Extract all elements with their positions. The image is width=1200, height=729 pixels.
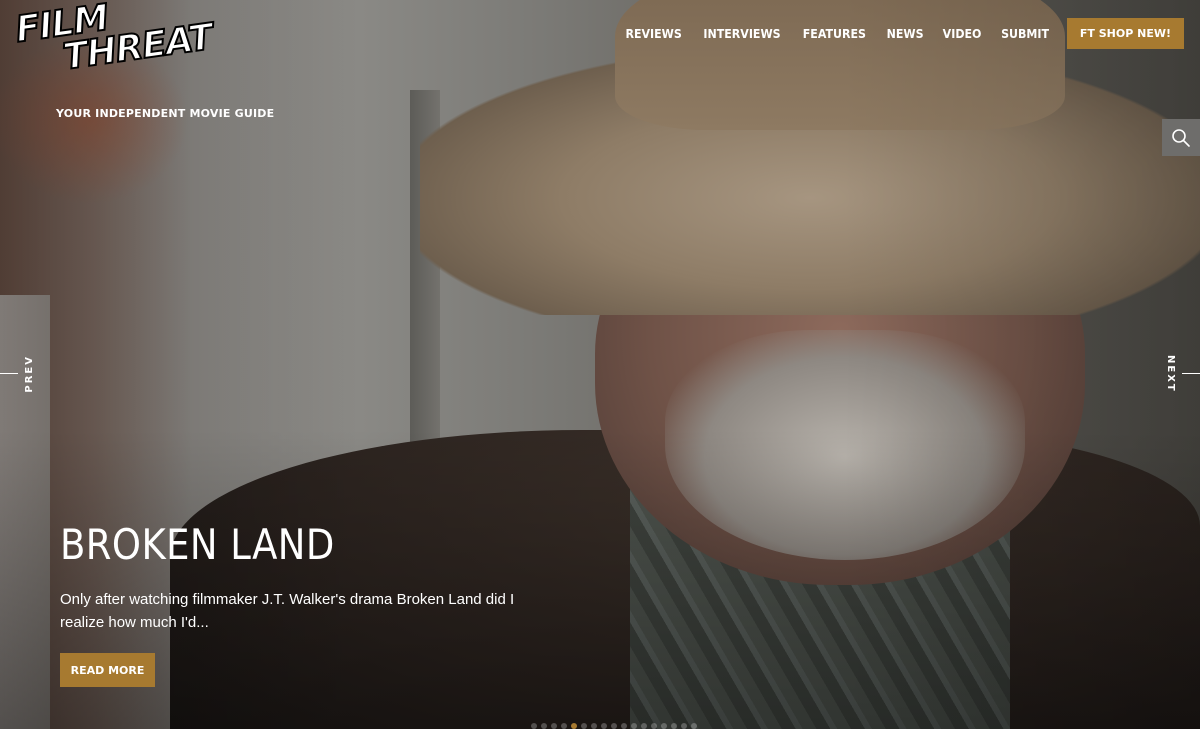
nav-item-video[interactable]: VIDEO — [942, 27, 981, 41]
slider-pager — [531, 723, 697, 729]
shop-button[interactable]: FT SHOP NEW! — [1066, 18, 1184, 49]
slider-dot[interactable] — [541, 723, 547, 729]
prev-slide-button[interactable]: PREV — [0, 355, 35, 393]
prev-line — [0, 373, 18, 375]
prev-label: PREV — [24, 355, 35, 393]
next-label: NEXT — [1165, 355, 1176, 393]
nav-item-features[interactable]: FEATURES — [803, 27, 866, 41]
slider-dot[interactable] — [661, 723, 667, 729]
nav-item-submit[interactable]: SUBMIT — [1001, 27, 1049, 41]
main-nav: REVIEWS INTERVIEWS FEATURES NEWS VIDEO S… — [623, 18, 1184, 49]
nav-item-interviews[interactable]: INTERVIEWS — [703, 27, 780, 41]
site-logo[interactable]: FILM THREAT — [12, 0, 228, 94]
slider-dot[interactable] — [691, 723, 697, 729]
next-slide-button[interactable]: NEXT — [1165, 355, 1200, 393]
search-button[interactable] — [1162, 119, 1200, 156]
slider-dot[interactable] — [651, 723, 657, 729]
hero-shade-bottom — [0, 429, 1200, 729]
slide-title[interactable]: BROKEN LAND — [60, 520, 335, 569]
slider-dot[interactable] — [641, 723, 647, 729]
site-tagline: YOUR INDEPENDENT MOVIE GUIDE — [56, 107, 275, 120]
slider-dot[interactable] — [561, 723, 567, 729]
slider-dot[interactable] — [591, 723, 597, 729]
slider-dot[interactable] — [621, 723, 627, 729]
slider-dot[interactable] — [571, 723, 577, 729]
slider-dot[interactable] — [631, 723, 637, 729]
slider-dot[interactable] — [601, 723, 607, 729]
slider-dot[interactable] — [551, 723, 557, 729]
slider-dot[interactable] — [671, 723, 677, 729]
nav-item-reviews[interactable]: REVIEWS — [625, 27, 681, 41]
nav-item-news[interactable]: NEWS — [886, 27, 923, 41]
slider-dot[interactable] — [681, 723, 687, 729]
slider-dot[interactable] — [581, 723, 587, 729]
read-more-button[interactable]: READ MORE — [60, 653, 155, 687]
search-icon — [1172, 128, 1190, 147]
slide-excerpt: Only after watching filmmaker J.T. Walke… — [60, 591, 515, 631]
slider-dot[interactable] — [611, 723, 617, 729]
next-line — [1182, 373, 1200, 375]
slider-dot[interactable] — [531, 723, 537, 729]
